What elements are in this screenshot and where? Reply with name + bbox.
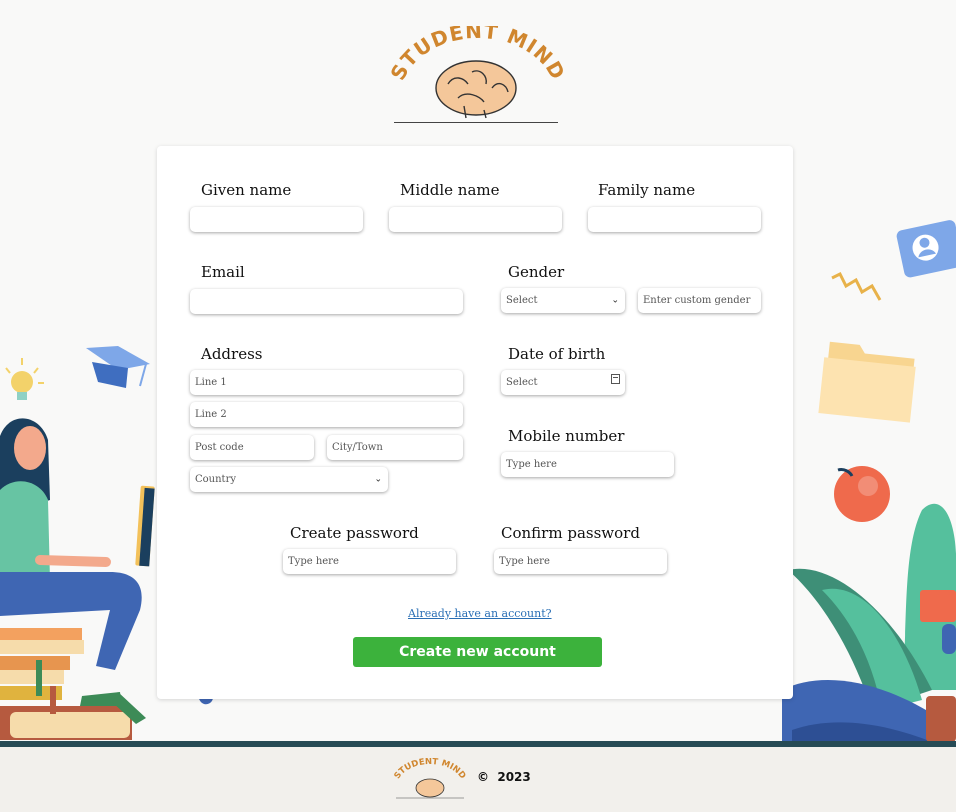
middle-name-label: Middle name <box>400 181 500 199</box>
student-laptop-illustration <box>0 346 155 740</box>
plant-illustration <box>782 503 956 742</box>
address-line1-input[interactable]: Line 1 <box>190 370 463 395</box>
calendar-icon[interactable] <box>611 374 620 384</box>
family-name-label: Family name <box>598 181 696 199</box>
custom-gender-placeholder: Enter custom gender <box>643 295 751 306</box>
confirm-password-input[interactable]: Type here <box>494 549 667 574</box>
country-select[interactable]: Country ⌄ <box>190 467 388 492</box>
given-name-input[interactable] <box>190 207 363 232</box>
mobile-placeholder: Type here <box>506 459 557 470</box>
dob-value: Select <box>506 377 538 388</box>
folder-icon <box>818 341 916 423</box>
city-input[interactable]: City/Town <box>327 435 463 460</box>
footer-logo: STUDENT MIND <box>392 758 467 799</box>
country-select-value: Country <box>195 474 237 485</box>
gender-label: Gender <box>508 263 565 281</box>
svg-text:STUDENT MIND: STUDENT MIND <box>392 758 467 781</box>
logo-underline <box>394 122 558 123</box>
create-account-button[interactable]: Create new account <box>353 637 602 667</box>
gender-select-value: Select <box>506 295 538 306</box>
chevron-down-icon: ⌄ <box>611 295 619 305</box>
city-placeholder: City/Town <box>332 442 383 453</box>
login-link[interactable]: Already have an account? <box>408 607 552 620</box>
postcode-input[interactable]: Post code <box>190 435 314 460</box>
address-line2-input[interactable]: Line 2 <box>190 402 463 427</box>
gender-select[interactable]: Select ⌄ <box>501 288 625 313</box>
create-password-input[interactable]: Type here <box>283 549 456 574</box>
email-label: Email <box>201 263 245 281</box>
middle-name-input[interactable] <box>389 207 562 232</box>
brain-icon <box>415 778 445 798</box>
family-name-input[interactable] <box>588 207 761 232</box>
create-password-placeholder: Type here <box>288 556 339 567</box>
mobile-input[interactable]: Type here <box>501 452 674 477</box>
graduation-cap-icon <box>86 346 150 388</box>
chevron-down-icon: ⌄ <box>374 474 382 484</box>
address-label: Address <box>201 345 263 363</box>
given-name-label: Given name <box>201 181 292 199</box>
student-mind-logo: STUDENT MIND <box>388 26 568 119</box>
line2-placeholder: Line 2 <box>195 409 227 420</box>
copyright-text: © 2023 <box>477 770 531 784</box>
confirm-password-placeholder: Type here <box>499 556 550 567</box>
custom-gender-input[interactable]: Enter custom gender <box>638 288 761 313</box>
line1-placeholder: Line 1 <box>195 377 227 388</box>
id-card-icon <box>896 220 956 278</box>
postcode-placeholder: Post code <box>195 442 244 453</box>
create-password-label: Create password <box>290 524 419 542</box>
confirm-password-label: Confirm password <box>501 524 640 542</box>
zigzag-decoration <box>831 271 882 301</box>
dob-input[interactable]: Select <box>501 370 625 395</box>
dob-label: Date of birth <box>508 345 606 363</box>
brain-icon <box>435 60 517 119</box>
mobile-label: Mobile number <box>508 427 625 445</box>
lightbulb-icon <box>5 358 44 400</box>
email-input[interactable] <box>190 289 463 314</box>
